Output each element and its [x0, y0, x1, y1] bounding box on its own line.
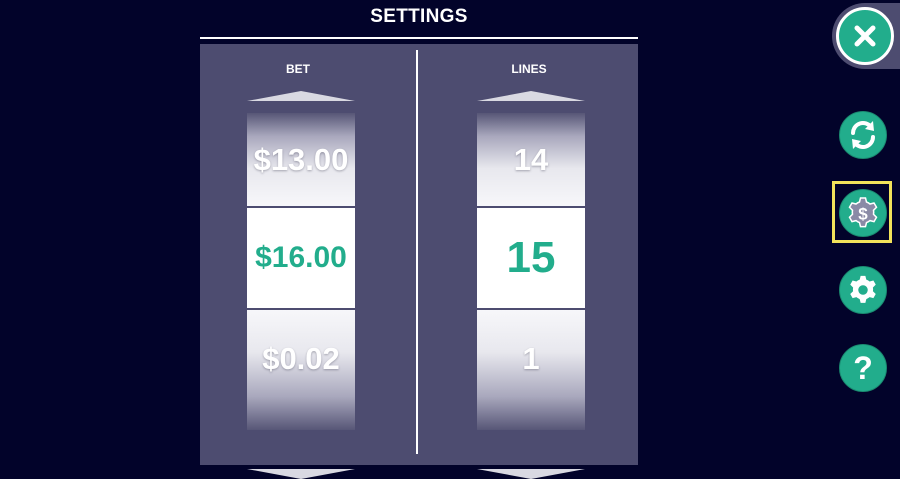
help-button[interactable]: ?: [839, 344, 887, 392]
refresh-button[interactable]: [839, 111, 887, 159]
bet-option-below[interactable]: $0.02: [247, 310, 355, 430]
lines-selected-value[interactable]: 15: [477, 208, 585, 308]
page-title: SETTINGS: [370, 6, 468, 27]
lines-up-arrow[interactable]: [477, 91, 585, 101]
bet-settings-button[interactable]: $: [839, 189, 887, 237]
bet-down-arrow[interactable]: [247, 469, 355, 479]
lines-option-above[interactable]: 14: [477, 113, 585, 206]
gear-icon: [850, 275, 876, 303]
bet-settings-icon: $: [848, 197, 878, 228]
svg-text:$: $: [858, 205, 868, 224]
bet-reel[interactable]: $13.00 $16.00 $0.02: [247, 91, 355, 479]
help-icon: ?: [853, 351, 873, 385]
title-underline: [200, 37, 638, 39]
column-divider: [416, 50, 418, 454]
settings-panel: BET $13.00 $16.00 $0.02 LINES 14 15 1: [200, 44, 638, 479]
lines-reel[interactable]: 14 15 1: [477, 91, 585, 479]
bet-up-arrow[interactable]: [247, 91, 355, 101]
close-icon: [854, 25, 876, 47]
bet-option-above[interactable]: $13.00: [247, 113, 355, 206]
svg-text:?: ?: [853, 351, 873, 385]
refresh-icon: [851, 121, 875, 149]
bet-label: BET: [286, 62, 310, 76]
lines-down-arrow[interactable]: [477, 469, 585, 479]
close-button[interactable]: [836, 7, 894, 65]
settings-button[interactable]: [839, 266, 887, 314]
lines-option-below[interactable]: 1: [477, 310, 585, 430]
lines-label: LINES: [511, 62, 547, 76]
bet-selected-value[interactable]: $16.00: [247, 208, 355, 308]
